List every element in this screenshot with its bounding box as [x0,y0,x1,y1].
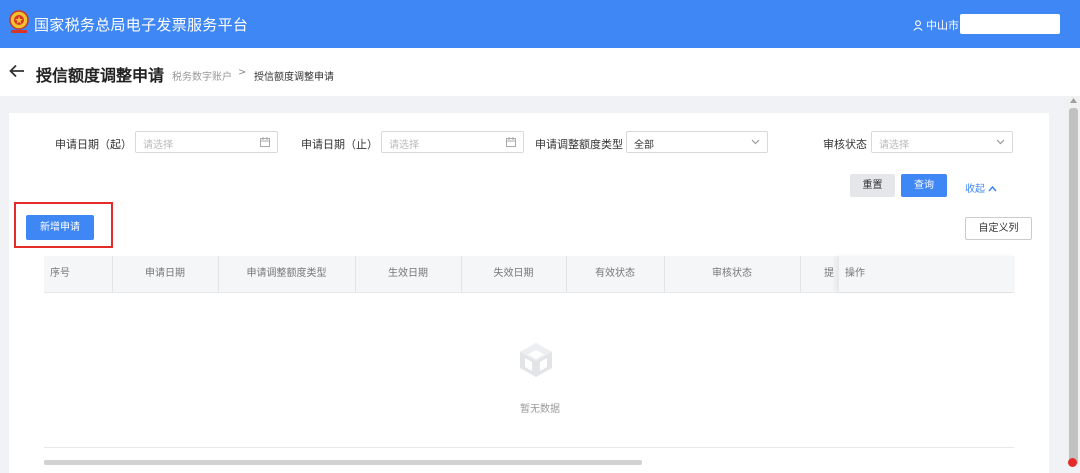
table-header: 序号 申请日期 申请调整额度类型 生效日期 失效日期 有效状态 审核状态 提 操… [44,256,1015,293]
content-card [9,113,1049,473]
adjust-type-select[interactable]: 全部 [626,131,768,153]
empty-state-text: 暂无数据 [520,404,560,415]
vertical-scrollbar-thumb[interactable] [1069,108,1078,465]
site-title: 国家税务总局电子发票服务平台 [34,16,249,34]
collapse-label: 收起 [965,184,985,195]
column-header-effective-date: 生效日期 [388,268,428,279]
empty-box-icon [520,343,552,377]
start-date-placeholder: 请选择 [143,140,173,151]
custom-columns-button[interactable]: 自定义列 [965,217,1032,240]
adjust-type-value: 全部 [634,140,654,151]
breadcrumb-separator: > [238,67,247,78]
column-header-actions: 操作 [845,268,865,279]
collapse-toggle[interactable]: 收起 [965,180,997,195]
user-name: 中山市 [926,19,959,32]
start-date-input[interactable]: 请选择 [135,131,278,153]
column-header-apply-date: 申请日期 [145,268,185,279]
adjust-type-label: 申请调整额度类型 [535,138,623,151]
review-status-label: 审核状态 [823,138,867,151]
top-bar: 国家税务总局电子发票服务平台 中山市 [0,0,1080,48]
reset-button[interactable]: 重置 [850,174,895,197]
column-header-index: 序号 [50,268,70,279]
review-status-select[interactable]: 请选择 [871,131,1013,153]
column-header-valid-status: 有效状态 [595,268,635,279]
column-header-expiry-date: 失效日期 [493,268,534,279]
review-status-placeholder: 请选择 [879,140,909,151]
breadcrumb-item-current: 授信额度调整申请 [254,72,334,83]
horizontal-scrollbar[interactable] [44,460,642,465]
tax-emblem-icon [9,10,29,33]
calendar-icon [506,137,516,147]
chevron-down-icon [996,139,1005,145]
user-menu[interactable]: 中山市 [913,17,959,33]
column-header-adjust-type: 申请调整额度类型 [246,268,327,279]
query-button[interactable]: 查询 [901,174,947,197]
table-bottom-border [44,447,1014,448]
end-date-placeholder: 请选择 [389,140,419,151]
notification-dot [1068,458,1077,467]
page-header: 授信额度调整申请 税务数字账户 > 授信额度调整申请 [0,48,1080,96]
back-arrow-icon[interactable] [9,64,25,78]
calendar-icon [260,137,270,147]
user-icon [913,20,923,31]
page-title: 授信额度调整申请 [36,66,165,85]
redacted-user-name [960,14,1060,34]
start-date-label: 申请日期（起） [55,138,132,151]
column-header-clipped: 提 [824,268,834,279]
end-date-input[interactable]: 请选择 [381,131,524,153]
chevron-up-icon [988,185,997,192]
breadcrumb-item-account[interactable]: 税务数字账户 [172,68,232,83]
end-date-label: 申请日期（止） [301,138,378,151]
scroll-up-arrow-icon[interactable] [1070,98,1077,103]
column-header-actions-fixed: 操作 [838,256,1015,292]
chevron-down-icon [751,139,760,145]
column-header-review-status: 审核状态 [712,268,752,279]
add-application-button[interactable]: 新增申请 [26,215,94,240]
